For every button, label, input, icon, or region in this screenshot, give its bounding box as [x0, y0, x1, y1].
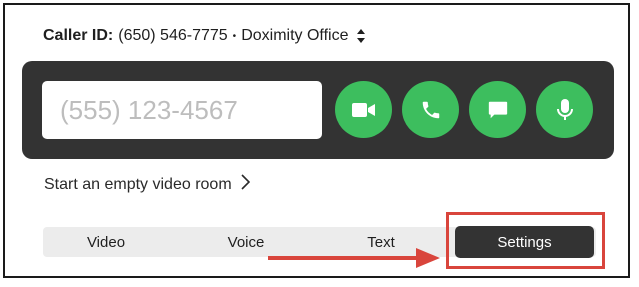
caller-id-office: Doximity Office: [241, 27, 349, 44]
phone-icon: [422, 101, 439, 118]
voice-call-button[interactable]: [402, 81, 459, 138]
caller-id-number: (650) 546-7775: [118, 27, 228, 44]
text-message-button[interactable]: [469, 81, 526, 138]
video-call-button[interactable]: [335, 81, 392, 138]
tab-voice[interactable]: Voice: [183, 227, 309, 257]
caller-id-label: Caller ID:: [43, 27, 114, 44]
chat-bubble-icon: [488, 101, 507, 118]
caller-id-separator: •: [232, 30, 237, 42]
microphone-button[interactable]: [536, 81, 593, 138]
up-down-chevron-icon[interactable]: [356, 27, 366, 45]
empty-room-label: Start an empty video room: [44, 175, 232, 193]
chevron-right-icon: [241, 174, 250, 195]
tab-settings[interactable]: Settings: [455, 226, 594, 258]
tab-text[interactable]: Text: [318, 227, 444, 257]
dialer-panel: [22, 61, 614, 159]
caller-id-selector[interactable]: Caller ID: (650) 546-7775 • Doximity Off…: [43, 27, 366, 45]
video-camera-icon: [351, 102, 375, 117]
phone-number-input[interactable]: [42, 81, 322, 139]
tab-video[interactable]: Video: [43, 227, 169, 257]
mode-tabs: Video Voice Text Settings: [43, 226, 596, 258]
start-empty-video-room-link[interactable]: Start an empty video room: [44, 174, 250, 195]
microphone-icon: [556, 98, 573, 120]
